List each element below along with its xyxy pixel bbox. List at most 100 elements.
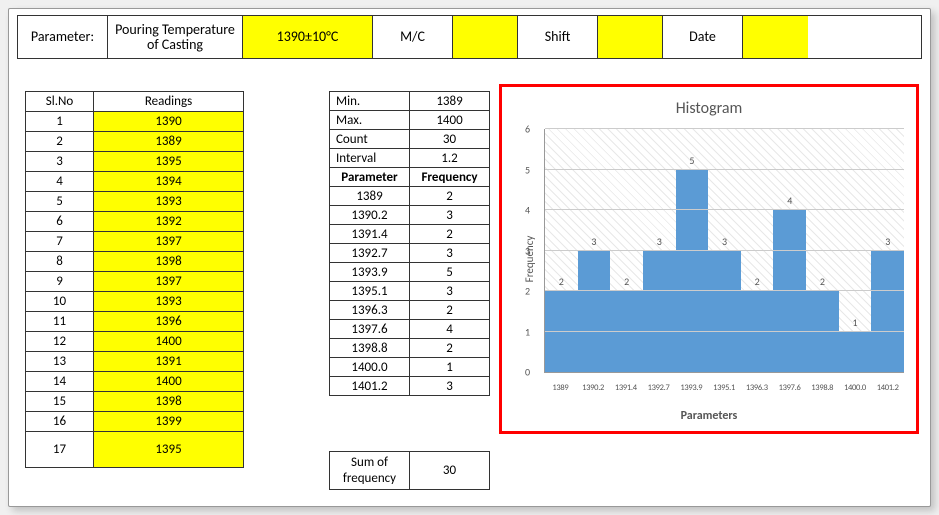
stat-min-value: 1389	[410, 92, 490, 111]
readings-cell-value[interactable]: 1393	[94, 292, 244, 312]
freq-cell-param[interactable]: 1397.6	[330, 320, 410, 339]
chart-bar[interactable]: 5	[676, 170, 709, 373]
readings-cell-value[interactable]: 1392	[94, 212, 244, 232]
freq-cell-freq[interactable]: 2	[410, 339, 490, 358]
freq-cell-param[interactable]: 1389	[330, 187, 410, 206]
readings-cell-value[interactable]: 1394	[94, 172, 244, 192]
freq-row[interactable]: 1397.64	[330, 320, 490, 339]
freq-cell-freq[interactable]: 3	[410, 206, 490, 225]
freq-cell-param[interactable]: 1392.7	[330, 244, 410, 263]
freq-cell-param[interactable]: 1400.0	[330, 358, 410, 377]
freq-row[interactable]: 13892	[330, 187, 490, 206]
param-value-cell[interactable]: 1390±10°C	[243, 16, 373, 58]
date-value-cell[interactable]	[743, 16, 808, 58]
readings-cell-value[interactable]: 1400	[94, 332, 244, 352]
readings-cell-value[interactable]: 1397	[94, 232, 244, 252]
readings-row[interactable]: 91397	[26, 272, 244, 292]
freq-row[interactable]: 1390.23	[330, 206, 490, 225]
readings-row[interactable]: 21389	[26, 132, 244, 152]
readings-row[interactable]: 11390	[26, 112, 244, 132]
mc-value-cell[interactable]	[453, 16, 518, 58]
readings-cell-value[interactable]: 1396	[94, 312, 244, 332]
freq-cell-freq[interactable]: 2	[410, 187, 490, 206]
readings-cell-slno[interactable]: 4	[26, 172, 94, 192]
readings-cell-value[interactable]: 1399	[94, 412, 244, 432]
readings-cell-slno[interactable]: 16	[26, 412, 94, 432]
freq-row[interactable]: 1400.01	[330, 358, 490, 377]
readings-cell-value[interactable]: 1398	[94, 252, 244, 272]
chart-bar[interactable]: 3	[708, 251, 741, 373]
freq-row[interactable]: 1396.32	[330, 301, 490, 320]
freq-row[interactable]: 1395.13	[330, 282, 490, 301]
chart-bar[interactable]: 3	[871, 251, 904, 373]
readings-row[interactable]: 51393	[26, 192, 244, 212]
readings-cell-slno[interactable]: 9	[26, 272, 94, 292]
readings-cell-slno[interactable]: 12	[26, 332, 94, 352]
readings-row[interactable]: 31395	[26, 152, 244, 172]
freq-cell-freq[interactable]: 2	[410, 225, 490, 244]
readings-cell-value[interactable]: 1400	[94, 372, 244, 392]
freq-cell-param[interactable]: 1390.2	[330, 206, 410, 225]
readings-row[interactable]: 101393	[26, 292, 244, 312]
freq-cell-param[interactable]: 1393.9	[330, 263, 410, 282]
freq-cell-freq[interactable]: 3	[410, 377, 490, 396]
readings-cell-slno[interactable]: 6	[26, 212, 94, 232]
freq-row[interactable]: 1393.95	[330, 263, 490, 282]
histogram-chart[interactable]: Histogram Frequency 23235324213 0123456 …	[499, 84, 919, 434]
readings-row[interactable]: 111396	[26, 312, 244, 332]
readings-cell-slno[interactable]: 15	[26, 392, 94, 412]
mc-label: M/C	[373, 16, 453, 58]
readings-row[interactable]: 151398	[26, 392, 244, 412]
freq-cell-freq[interactable]: 4	[410, 320, 490, 339]
freq-row[interactable]: 1391.42	[330, 225, 490, 244]
freq-cell-param[interactable]: 1398.8	[330, 339, 410, 358]
readings-cell-slno[interactable]: 8	[26, 252, 94, 272]
freq-cell-param[interactable]: 1396.3	[330, 301, 410, 320]
readings-cell-slno[interactable]: 11	[26, 312, 94, 332]
freq-cell-param[interactable]: 1395.1	[330, 282, 410, 301]
freq-row[interactable]: 1392.73	[330, 244, 490, 263]
readings-cell-value[interactable]: 1395	[94, 152, 244, 172]
readings-cell-slno[interactable]: 10	[26, 292, 94, 312]
freq-cell-param[interactable]: 1391.4	[330, 225, 410, 244]
readings-row[interactable]: 161399	[26, 412, 244, 432]
chart-bar[interactable]: 1	[839, 332, 872, 372]
readings-row[interactable]: 81398	[26, 252, 244, 272]
readings-cell-slno[interactable]: 14	[26, 372, 94, 392]
readings-cell-slno[interactable]: 1	[26, 112, 94, 132]
readings-row[interactable]: 141400	[26, 372, 244, 392]
readings-row[interactable]: 71397	[26, 232, 244, 252]
freq-cell-freq[interactable]: 2	[410, 301, 490, 320]
readings-cell-slno[interactable]: 2	[26, 132, 94, 152]
readings-cell-value[interactable]: 1389	[94, 132, 244, 152]
chart-gridline	[545, 331, 904, 332]
readings-cell-value[interactable]: 1390	[94, 112, 244, 132]
freq-cell-freq[interactable]: 3	[410, 282, 490, 301]
freq-row[interactable]: 1401.23	[330, 377, 490, 396]
readings-cell-value[interactable]: 1397	[94, 272, 244, 292]
param-label: Parameter:	[18, 16, 108, 58]
readings-cell-value[interactable]: 1395	[94, 432, 244, 468]
readings-cell-slno[interactable]: 5	[26, 192, 94, 212]
readings-cell-slno[interactable]: 13	[26, 352, 94, 372]
readings-cell-value[interactable]: 1391	[94, 352, 244, 372]
chart-plot-area: 23235324213 0123456	[544, 129, 904, 373]
freq-cell-freq[interactable]: 5	[410, 263, 490, 282]
chart-bar[interactable]: 3	[643, 251, 676, 373]
readings-row[interactable]: 121400	[26, 332, 244, 352]
shift-value-cell[interactable]	[598, 16, 663, 58]
readings-cell-slno[interactable]: 17	[26, 432, 94, 468]
chart-bar[interactable]: 3	[578, 251, 611, 373]
readings-cell-value[interactable]: 1393	[94, 192, 244, 212]
readings-row[interactable]: 61392	[26, 212, 244, 232]
readings-row[interactable]: 41394	[26, 172, 244, 192]
readings-cell-slno[interactable]: 7	[26, 232, 94, 252]
readings-row[interactable]: 131391	[26, 352, 244, 372]
readings-row[interactable]: 171395	[26, 432, 244, 468]
freq-cell-freq[interactable]: 1	[410, 358, 490, 377]
freq-row[interactable]: 1398.82	[330, 339, 490, 358]
freq-cell-freq[interactable]: 3	[410, 244, 490, 263]
freq-cell-param[interactable]: 1401.2	[330, 377, 410, 396]
readings-cell-slno[interactable]: 3	[26, 152, 94, 172]
readings-cell-value[interactable]: 1398	[94, 392, 244, 412]
